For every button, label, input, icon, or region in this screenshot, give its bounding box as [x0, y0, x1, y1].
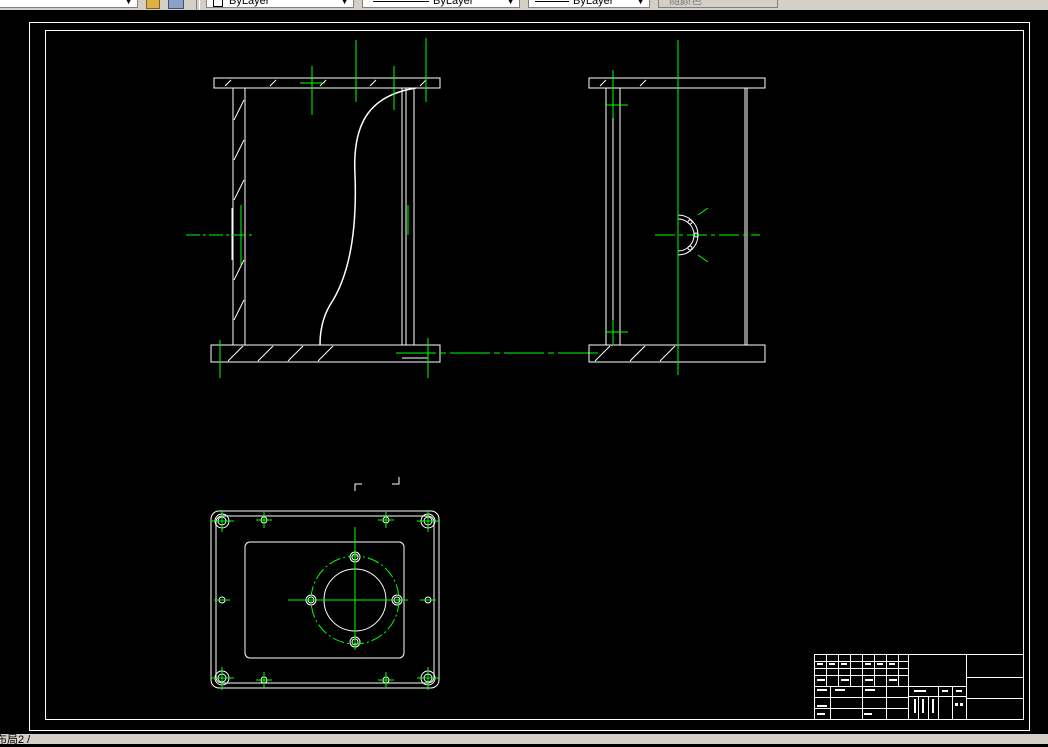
- front-view-section: [210, 77, 441, 363]
- outer-frame: [29, 22, 1030, 731]
- chevron-down-icon: ▼: [636, 0, 645, 6]
- layer-states-icon[interactable]: [168, 0, 184, 9]
- lineweight-preview-icon: [535, 1, 569, 2]
- side-view-hatch: [594, 79, 676, 362]
- plotstyle-control-dropdown[interactable]: 随颜色: [658, 0, 778, 8]
- front-view-hatch: [224, 79, 427, 362]
- drawing-svg[interactable]: [0, 10, 1048, 734]
- front-view-centerlines: [186, 38, 600, 378]
- color-control-dropdown[interactable]: ByLayer ▼: [206, 0, 354, 8]
- plotstyle-control-value: 随颜色: [669, 0, 702, 7]
- chevron-down-icon: ▼: [506, 0, 515, 6]
- layout-tab[interactable]: 布局2 /: [0, 731, 30, 747]
- color-control-value: ByLayer: [229, 0, 270, 7]
- chevron-down-icon: ▼: [340, 0, 349, 6]
- linetype-control-value: ByLayer: [433, 0, 474, 7]
- linetype-preview-icon: [373, 1, 429, 2]
- color-swatch-icon: [213, 0, 223, 7]
- side-view-centerlines: [605, 40, 760, 375]
- lineweight-control-value: ByLayer: [573, 0, 614, 7]
- layout-tabs-bar: 布局2 /: [0, 731, 1048, 747]
- chevron-down-icon: ▼: [124, 0, 133, 6]
- layer-manager-icon[interactable]: [146, 0, 160, 9]
- inner-frame: [45, 30, 1024, 720]
- drawing-canvas[interactable]: [0, 10, 1048, 734]
- crop-marks: [354, 477, 400, 491]
- lineweight-control-dropdown[interactable]: ByLayer ▼: [528, 0, 650, 8]
- linetype-control-dropdown[interactable]: ByLayer ▼: [362, 0, 520, 8]
- side-view-section: [588, 77, 766, 363]
- layer-dropdown[interactable]: ▼: [0, 0, 138, 8]
